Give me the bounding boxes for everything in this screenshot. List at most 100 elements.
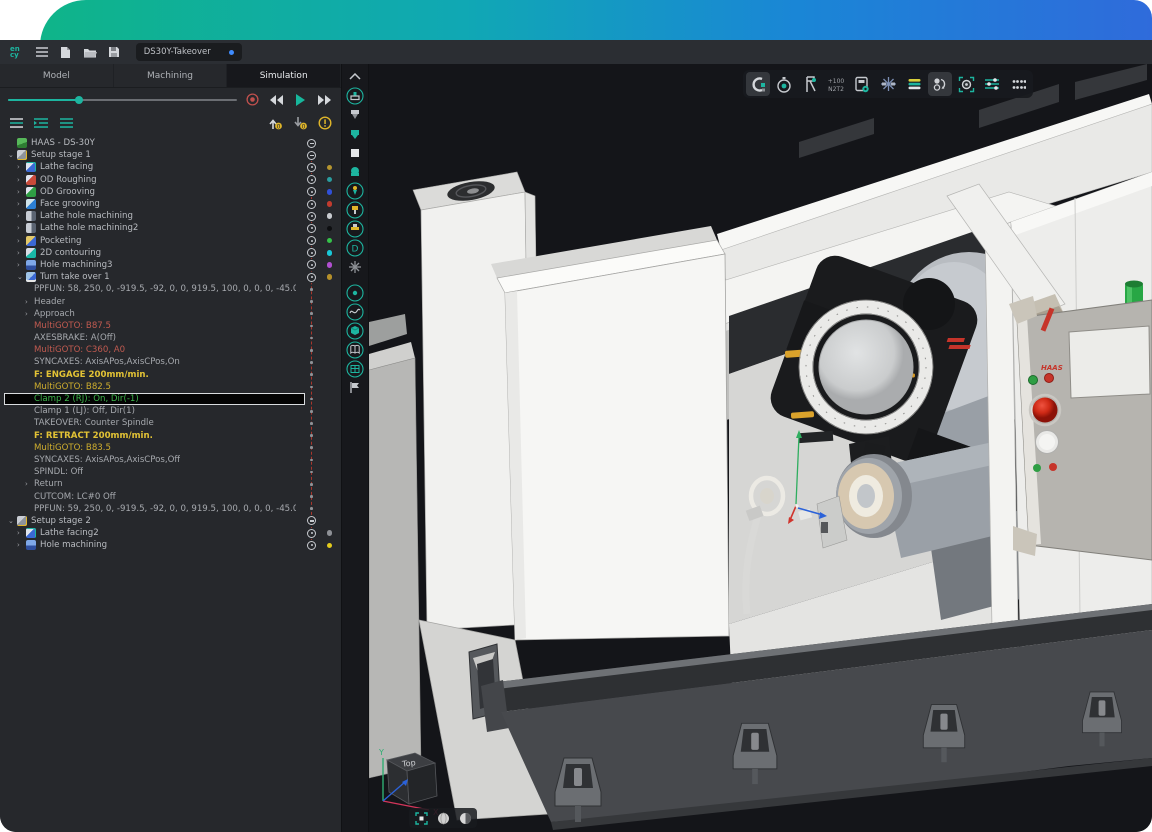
solid-model-icon[interactable] (344, 321, 366, 340)
target-gear-icon[interactable] (954, 72, 978, 96)
tree-row-command[interactable]: SPINDL: Off (0, 466, 341, 478)
tree-row-operation[interactable]: HAAS - DS-30Y (0, 137, 341, 149)
sphere-half-icon[interactable] (457, 810, 473, 826)
tool-icon[interactable] (344, 181, 366, 200)
tree-row-command[interactable]: ›Approach (0, 308, 341, 320)
visibility-target-icon[interactable] (306, 259, 317, 270)
expander-icon[interactable]: › (17, 224, 26, 232)
expander-icon[interactable]: › (17, 529, 26, 537)
expand-selected-icon[interactable] (33, 116, 49, 130)
tree-row-command[interactable]: Clamp 1 (LJ): Off, Dir(1) (0, 405, 341, 417)
calculator-icon[interactable] (850, 72, 874, 96)
tree-row-operation[interactable]: ›Lathe hole machining (0, 210, 341, 222)
tree-row-operation[interactable]: ›Hole machining (0, 539, 341, 551)
visibility-target-icon[interactable] (306, 223, 317, 234)
expander-icon[interactable]: › (17, 261, 26, 269)
rewind-icon[interactable] (267, 92, 285, 108)
visibility-target-icon[interactable] (306, 186, 317, 197)
next-issue-icon[interactable]: 0 (292, 116, 308, 130)
tree-row-command[interactable]: F: ENGAGE 200mm/min. (0, 369, 341, 381)
tree-row-operation[interactable]: ›Face grooving (0, 198, 341, 210)
tree-row-operation[interactable]: ›Lathe facing2 (0, 527, 341, 539)
visibility-target-icon[interactable] (306, 235, 317, 246)
expander-icon[interactable]: › (17, 249, 26, 257)
visibility-target-icon[interactable] (306, 540, 317, 551)
document-tab[interactable]: DS30Y-Takeover (136, 43, 242, 61)
spindle-icon[interactable] (344, 105, 366, 124)
tree-row-command[interactable]: Clamp 2 (RJ): On, Dir(-1) (0, 393, 341, 405)
expander-icon[interactable]: › (17, 200, 26, 208)
tree-row-command[interactable]: MultiGOTO: B87.5 (0, 320, 341, 332)
tree-row-command[interactable]: ›Return (0, 478, 341, 490)
open-folder-icon[interactable] (78, 43, 102, 61)
fit-view-icon[interactable] (413, 810, 429, 826)
tree-row-command[interactable]: F: RETRACT 200mm/min. (0, 430, 341, 442)
expander-icon[interactable]: › (17, 188, 26, 196)
material-layers-icon[interactable] (902, 72, 926, 96)
visibility-target-icon[interactable] (306, 272, 317, 283)
tree-row-command[interactable]: MultiGOTO: C360, A0 (0, 344, 341, 356)
tree-row-command[interactable]: MultiGOTO: B83.5 (0, 442, 341, 454)
flag-icon[interactable] (344, 378, 366, 397)
suppress-toggle-icon[interactable] (306, 515, 317, 526)
tab-simulation[interactable]: Simulation (227, 64, 341, 87)
stopwatch-icon[interactable] (772, 72, 796, 96)
visibility-target-icon[interactable] (306, 199, 317, 210)
expander-icon[interactable]: ⌄ (8, 151, 17, 159)
fixture-icon[interactable] (344, 219, 366, 238)
expander-icon[interactable]: ⌄ (8, 517, 17, 525)
suppress-toggle-icon[interactable] (306, 150, 317, 161)
simulation-slider[interactable] (8, 95, 237, 105)
tree-row-operation[interactable]: ›OD Grooving (0, 186, 341, 198)
next-tool-note-icon[interactable]: +100N2T2 (824, 72, 848, 96)
tree-row-operation[interactable]: ›Lathe facing (0, 161, 341, 173)
tree-row-command[interactable]: PPFUN: 58, 250, 0, -919.5, -92, 0, 0, 91… (0, 283, 341, 295)
tree-row-operation[interactable]: ⌄Setup stage 2 (0, 515, 341, 527)
tree-row-operation[interactable]: ›OD Roughing (0, 174, 341, 186)
clamp-control-icon[interactable] (746, 72, 770, 96)
table-icon[interactable] (344, 359, 366, 378)
tree-row-command[interactable]: SYNCAXES: AxisAPos,AxisCPos,Off (0, 454, 341, 466)
tree-row-command[interactable]: CUTCOM: LC#0 Off (0, 490, 341, 502)
chuck-icon[interactable] (344, 124, 366, 143)
expander-icon[interactable]: › (25, 480, 34, 488)
expander-icon[interactable]: › (25, 298, 34, 306)
expand-all-icon[interactable] (58, 116, 74, 130)
collision-spark-icon[interactable] (876, 72, 900, 96)
slider-handle[interactable] (75, 96, 83, 104)
tree-row-command[interactable]: TAKEOVER: Counter Spindle (0, 417, 341, 429)
expander-icon[interactable]: › (17, 176, 26, 184)
tree-row-command[interactable]: MultiGOTO: B82.5 (0, 381, 341, 393)
caliper-icon[interactable] (798, 72, 822, 96)
tree-row-operation[interactable]: ›Lathe hole machining2 (0, 222, 341, 234)
toolpath-icon[interactable] (344, 302, 366, 321)
suppress-toggle-icon[interactable] (306, 138, 317, 149)
tree-row-command[interactable]: SYNCAXES: AxisAPos,AxisCPos,On (0, 356, 341, 368)
takeover-swap-icon[interactable] (928, 72, 952, 96)
tab-machining[interactable]: Machining (114, 64, 228, 87)
holder-d-icon[interactable]: D (344, 238, 366, 257)
toolholder-icon[interactable] (344, 200, 366, 219)
tree-row-command[interactable]: ›Header (0, 295, 341, 307)
tree-row-operation[interactable]: ⌄Turn take over 1 (0, 271, 341, 283)
documentation-icon[interactable] (344, 340, 366, 359)
tree-row-operation[interactable]: ⌄Setup stage 1 (0, 149, 341, 161)
machine-icon[interactable] (344, 86, 366, 105)
visibility-target-icon[interactable] (306, 247, 317, 258)
stock-icon[interactable] (344, 143, 366, 162)
tree-row-operation[interactable]: ›Pocketing (0, 235, 341, 247)
collision-check-icon[interactable] (344, 257, 366, 276)
expander-icon[interactable]: › (17, 212, 26, 220)
filters-icon[interactable] (980, 72, 1004, 96)
collapse-tree-icon[interactable] (8, 116, 24, 130)
visibility-target-icon[interactable] (306, 162, 317, 173)
point-icon[interactable] (344, 283, 366, 302)
tree-row-command[interactable]: AXESBRAKE: A(Off) (0, 332, 341, 344)
tree-row-operation[interactable]: ›2D contouring (0, 247, 341, 259)
visibility-target-icon[interactable] (306, 211, 317, 222)
apps-grid-icon[interactable] (1006, 72, 1030, 96)
part-icon[interactable] (344, 162, 366, 181)
fast-forward-icon[interactable] (315, 92, 333, 108)
expander-icon[interactable]: ⌄ (17, 273, 26, 281)
new-file-icon[interactable] (54, 43, 78, 61)
